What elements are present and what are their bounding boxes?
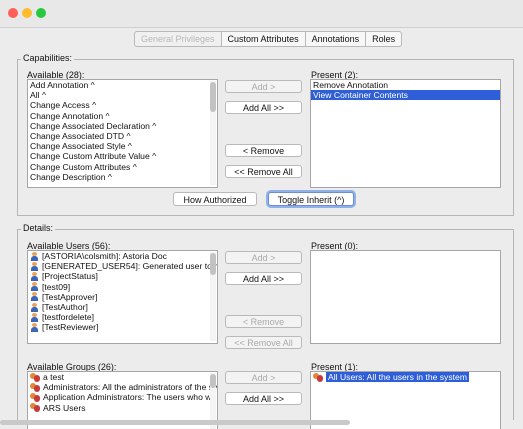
group-icon bbox=[30, 392, 40, 402]
list-item[interactable]: Change Custom Attributes ^ bbox=[28, 162, 217, 172]
add-group-button[interactable]: Add > bbox=[225, 371, 302, 384]
list-item[interactable]: [TestAuthor] bbox=[28, 302, 217, 312]
list-item[interactable]: [TestReviewer] bbox=[28, 322, 217, 332]
close-window-button[interactable] bbox=[8, 8, 18, 18]
tab-roles[interactable]: Roles bbox=[366, 31, 403, 47]
list-item-selected-label: All Users: All the users in the system bbox=[326, 372, 469, 383]
list-item[interactable]: Change Associated DTD ^ bbox=[28, 131, 217, 141]
list-item[interactable]: [ASTORIA\colsmith]: Astoria Doc bbox=[28, 251, 217, 261]
remove-user-button[interactable]: < Remove bbox=[225, 315, 302, 328]
toggle-inherit-button[interactable]: Toggle Inherit (^) bbox=[268, 192, 354, 206]
user-icon bbox=[30, 312, 39, 322]
add-user-button[interactable]: Add > bbox=[225, 251, 302, 264]
list-item[interactable]: Application Administrators: The users wh… bbox=[28, 392, 217, 402]
remove-all-users-button[interactable]: << Remove All bbox=[225, 336, 302, 349]
horizontal-scrollbar[interactable] bbox=[0, 420, 350, 425]
list-item[interactable]: ARS Users bbox=[28, 403, 217, 413]
list-item[interactable]: Change Description ^ bbox=[28, 172, 217, 182]
user-icon bbox=[30, 302, 39, 312]
tab-bar: General Privileges Custom Attributes Ann… bbox=[134, 31, 403, 47]
user-icon bbox=[30, 282, 39, 292]
add-all-groups-button[interactable]: Add All >> bbox=[225, 392, 302, 405]
remove-capability-button[interactable]: < Remove bbox=[225, 144, 302, 157]
user-icon bbox=[30, 292, 39, 302]
list-item[interactable]: Add Annotation ^ bbox=[28, 80, 217, 90]
group-icon bbox=[30, 372, 40, 382]
remove-all-capabilities-button[interactable]: << Remove All bbox=[225, 165, 302, 178]
tab-general-privileges: General Privileges bbox=[134, 31, 222, 47]
scroll-thumb[interactable] bbox=[210, 82, 216, 112]
group-icon bbox=[30, 403, 40, 413]
list-item[interactable]: All Users: All the users in the system bbox=[311, 372, 500, 383]
list-item[interactable]: Change Access ^ bbox=[28, 100, 217, 110]
list-item[interactable]: [testfordelete] bbox=[28, 312, 217, 322]
available-capabilities-list[interactable]: Add Annotation ^ All ^ Change Access ^ C… bbox=[27, 79, 218, 188]
scroll-thumb[interactable] bbox=[210, 253, 216, 275]
list-item[interactable]: Change Custom Attribute Value ^ bbox=[28, 151, 217, 161]
how-authorized-button[interactable]: How Authorized bbox=[173, 192, 257, 206]
list-item[interactable]: [TestApprover] bbox=[28, 292, 217, 302]
tab-custom-attributes[interactable]: Custom Attributes bbox=[221, 31, 306, 47]
users-scrollbar[interactable] bbox=[210, 252, 216, 341]
list-item-selected[interactable]: View Container Contents bbox=[311, 90, 500, 101]
present-capabilities-list[interactable]: Remove Annotation View Container Content… bbox=[310, 79, 501, 188]
user-icon bbox=[30, 251, 39, 261]
user-icon bbox=[30, 271, 39, 281]
list-item[interactable]: Change Associated Declaration ^ bbox=[28, 121, 217, 131]
list-item[interactable]: Remove Annotation bbox=[311, 80, 500, 90]
window-titlebar bbox=[0, 0, 523, 28]
available-users-list[interactable]: [ASTORIA\colsmith]: Astoria Doc [GENERAT… bbox=[27, 250, 218, 344]
list-item[interactable]: Administrators: All the administrators o… bbox=[28, 382, 217, 392]
details-group-label: Details: bbox=[21, 223, 56, 233]
user-icon bbox=[30, 322, 39, 332]
group-icon bbox=[30, 382, 40, 392]
tab-annotations[interactable]: Annotations bbox=[305, 31, 367, 47]
list-item[interactable]: Change Associated Style ^ bbox=[28, 141, 217, 151]
list-item[interactable]: All ^ bbox=[28, 90, 217, 100]
list-item[interactable]: [GENERATED_USER54]: Generated user to re… bbox=[28, 261, 217, 271]
list-item[interactable]: a test bbox=[28, 372, 217, 382]
present-users-list[interactable] bbox=[310, 250, 501, 344]
add-all-capabilities-button[interactable]: Add All >> bbox=[225, 101, 302, 114]
add-capability-button[interactable]: Add > bbox=[225, 80, 302, 93]
user-icon bbox=[30, 261, 39, 271]
minimize-window-button[interactable] bbox=[22, 8, 32, 18]
group-icon bbox=[313, 372, 323, 382]
list-item[interactable]: [ProjectStatus] bbox=[28, 271, 217, 281]
list-item[interactable]: [test09] bbox=[28, 282, 217, 292]
capabilities-scrollbar[interactable] bbox=[210, 81, 216, 185]
zoom-window-button[interactable] bbox=[36, 8, 46, 18]
add-all-users-button[interactable]: Add All >> bbox=[225, 272, 302, 285]
scroll-thumb[interactable] bbox=[210, 374, 216, 388]
list-item[interactable]: Change Annotation ^ bbox=[28, 111, 217, 121]
capabilities-group-label: Capabilities: bbox=[21, 53, 75, 63]
